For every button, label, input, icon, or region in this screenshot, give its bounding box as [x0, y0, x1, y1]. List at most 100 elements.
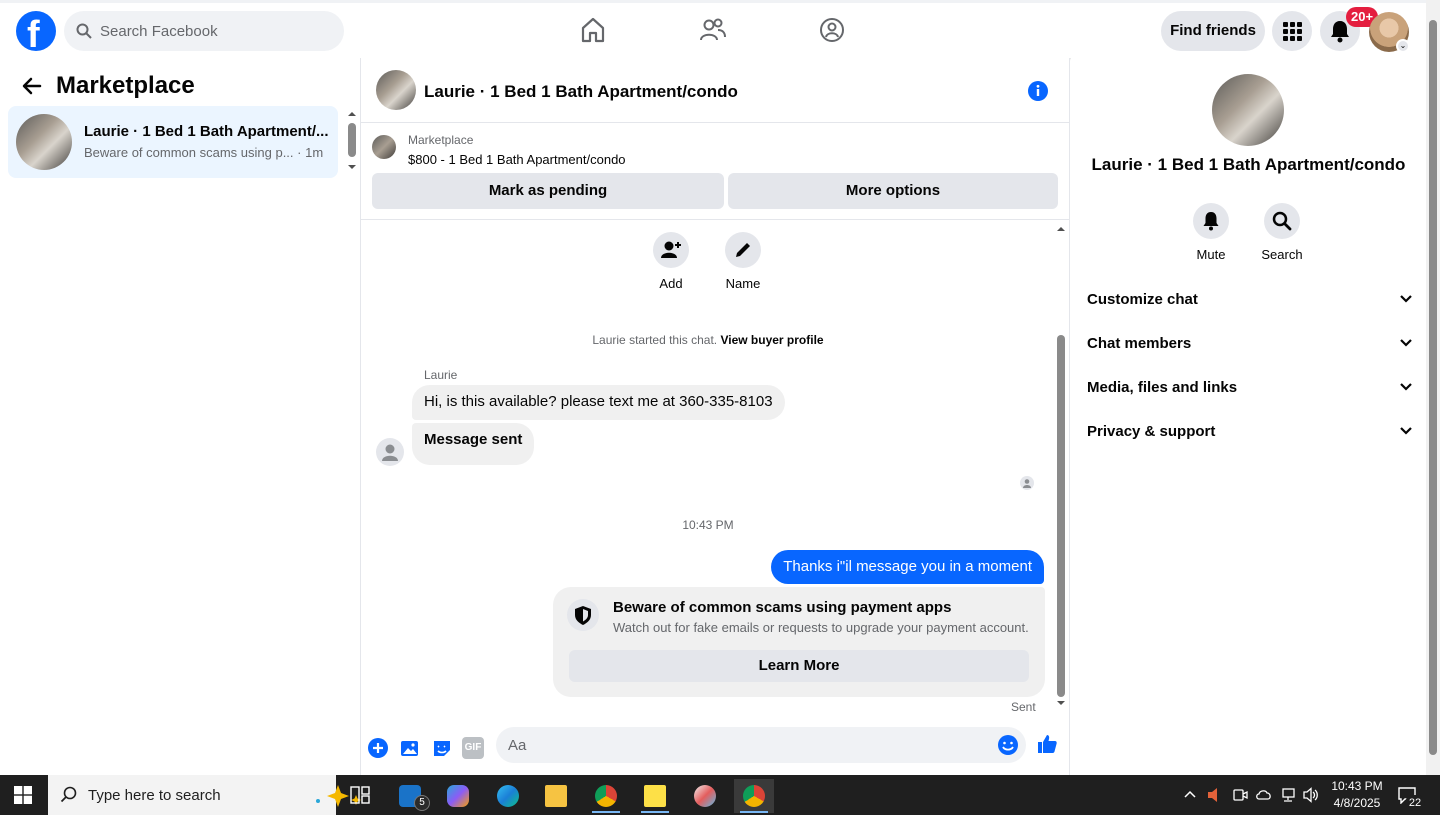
sent-status: Sent — [1011, 700, 1036, 714]
chat-panel: Laurie · 1 Bed 1 Bath Apartment/condo Ma… — [361, 58, 1070, 775]
emoji-icon[interactable] — [997, 734, 1019, 756]
audio-muted-icon[interactable] — [1206, 787, 1220, 803]
incoming-message[interactable]: Hi, is this available? please text me at… — [412, 385, 785, 420]
name-chat-action[interactable]: Name — [713, 232, 773, 291]
taskbar-search[interactable] — [48, 775, 361, 815]
scam-warning-text: Watch out for fake emails or requests to… — [613, 620, 1029, 635]
add-people-action[interactable]: Add — [641, 232, 701, 291]
menu-button[interactable] — [1272, 11, 1312, 51]
conversation-name: Laurie · 1 Bed 1 Bath Apartment/... — [84, 123, 329, 140]
chat-members-row[interactable]: Chat members — [1087, 322, 1413, 366]
chevron-down-icon — [1400, 383, 1412, 391]
name-label: Name — [725, 276, 761, 291]
message-composer: GIF — [361, 725, 1070, 775]
network-icon[interactable] — [1280, 787, 1296, 803]
search-icon — [76, 23, 92, 39]
incoming-message[interactable]: Message sent — [412, 423, 535, 465]
search-box[interactable] — [64, 11, 344, 51]
listing-bar: Marketplace $800 - 1 Bed 1 Bath Apartmen… — [361, 123, 1070, 220]
conversation-scrollbar[interactable] — [346, 108, 358, 178]
mute-action[interactable]: Mute — [1181, 203, 1241, 262]
message-timestamp: 10:43 PM — [682, 518, 734, 532]
shield-icon — [575, 606, 591, 625]
home-icon[interactable] — [578, 15, 608, 45]
search-action[interactable]: Search — [1252, 203, 1312, 262]
search-icon — [1272, 211, 1292, 231]
photo-icon[interactable] — [399, 737, 421, 759]
meet-now-icon[interactable] — [1232, 787, 1248, 803]
seen-indicator — [1020, 476, 1034, 490]
media-files-links-row[interactable]: Media, files and links — [1087, 366, 1413, 410]
taskbar-app-explorer[interactable] — [536, 779, 576, 813]
page-scrollbar-thumb[interactable] — [1429, 20, 1437, 755]
listing-thumbnail[interactable] — [372, 135, 396, 159]
mute-label: Mute — [1196, 247, 1226, 262]
system-clock[interactable]: 10:43 PM 4/8/2025 — [1330, 778, 1384, 812]
chat-info-title: Laurie · 1 Bed 1 Bath Apartment/condo — [1091, 155, 1406, 174]
chevron-down-icon — [1400, 339, 1412, 347]
back-arrow-icon[interactable] — [22, 76, 42, 96]
grid-menu-icon — [1283, 22, 1302, 41]
taskbar-app-sticky-notes[interactable] — [635, 779, 675, 813]
taskbar-app-outlook[interactable]: 5 — [390, 779, 430, 813]
message-input[interactable] — [496, 727, 1026, 763]
chat-info-panel: Laurie · 1 Bed 1 Bath Apartment/condo Mu… — [1071, 58, 1426, 775]
conversation-item[interactable]: Laurie · 1 Bed 1 Bath Apartment/... Bewa… — [8, 106, 338, 178]
taskbar-app-edge[interactable] — [488, 779, 528, 813]
search-icon — [60, 786, 77, 803]
chat-avatar[interactable] — [376, 70, 416, 110]
view-buyer-profile-link[interactable]: View buyer profile — [720, 333, 823, 347]
learn-more-button[interactable]: Learn More — [569, 650, 1029, 682]
customize-chat-row[interactable]: Customize chat — [1087, 278, 1413, 322]
taskbar-app-chrome-active[interactable] — [734, 779, 774, 813]
like-icon[interactable] — [1036, 733, 1058, 755]
privacy-support-row[interactable]: Privacy & support — [1087, 410, 1413, 454]
mark-as-pending-button[interactable]: Mark as pending — [372, 173, 724, 209]
task-view-icon[interactable] — [350, 786, 370, 804]
top-navigation: f Find friends 20+ ⌄ — [0, 0, 1426, 58]
row-label: Customize chat — [1087, 291, 1198, 308]
gif-icon[interactable]: GIF — [462, 737, 484, 759]
cloud-sync-icon[interactable] — [1255, 787, 1273, 803]
page-title: Marketplace — [56, 72, 195, 99]
find-friends-button[interactable]: Find friends — [1161, 11, 1265, 51]
info-icon[interactable] — [1027, 80, 1049, 102]
chat-scrollbar[interactable] — [1055, 223, 1067, 708]
sender-avatar[interactable] — [376, 438, 404, 466]
plus-circle-icon[interactable] — [367, 737, 389, 759]
chevron-up-icon[interactable] — [1183, 789, 1197, 799]
taskbar-app-copilot[interactable] — [438, 779, 478, 813]
account-chevron-icon[interactable]: ⌄ — [1396, 39, 1410, 53]
search-input[interactable] — [100, 11, 330, 51]
sticker-icon[interactable] — [431, 737, 453, 759]
more-options-button[interactable]: More options — [728, 173, 1058, 209]
chevron-down-icon — [1400, 295, 1412, 303]
row-label: Privacy & support — [1087, 423, 1216, 440]
conversation-preview: Beware of common scams using p... · 1m — [84, 145, 324, 160]
chat-title[interactable]: Laurie · 1 Bed 1 Bath Apartment/condo — [424, 82, 738, 102]
conversation-avatar — [16, 114, 72, 170]
started-text: Laurie started this chat. — [592, 333, 718, 347]
windows-start-icon[interactable] — [14, 786, 32, 804]
add-person-icon — [661, 241, 681, 258]
clock-date: 4/8/2025 — [1333, 796, 1381, 810]
row-label: Media, files and links — [1087, 379, 1238, 396]
notification-count-badge: 22 — [1405, 795, 1425, 811]
page-scrollbar[interactable] — [1426, 0, 1440, 775]
groups-icon[interactable] — [817, 15, 847, 45]
scam-warning-card: Beware of common scams using payment app… — [553, 587, 1045, 697]
facebook-logo[interactable]: f — [16, 11, 56, 56]
taskbar-app-paint[interactable] — [685, 779, 725, 813]
chat-header: Laurie · 1 Bed 1 Bath Apartment/condo — [361, 58, 1070, 123]
outgoing-message[interactable]: Thanks i"il message you in a moment — [771, 550, 1044, 584]
listing-price[interactable]: $800 - 1 Bed 1 Bath Apartment/condo — [408, 152, 626, 167]
taskbar-app-chrome[interactable] — [586, 779, 626, 813]
bell-icon — [1203, 212, 1219, 231]
volume-icon[interactable] — [1302, 787, 1320, 803]
shield-icon-wrap — [567, 599, 599, 631]
listing-avatar[interactable] — [1212, 74, 1284, 146]
chevron-down-icon — [1400, 427, 1412, 435]
friends-icon[interactable] — [698, 15, 728, 45]
windows-taskbar: 5 10:43 PM 4/8/2025 22 — [0, 775, 1440, 815]
taskbar-search-input[interactable] — [88, 775, 288, 815]
